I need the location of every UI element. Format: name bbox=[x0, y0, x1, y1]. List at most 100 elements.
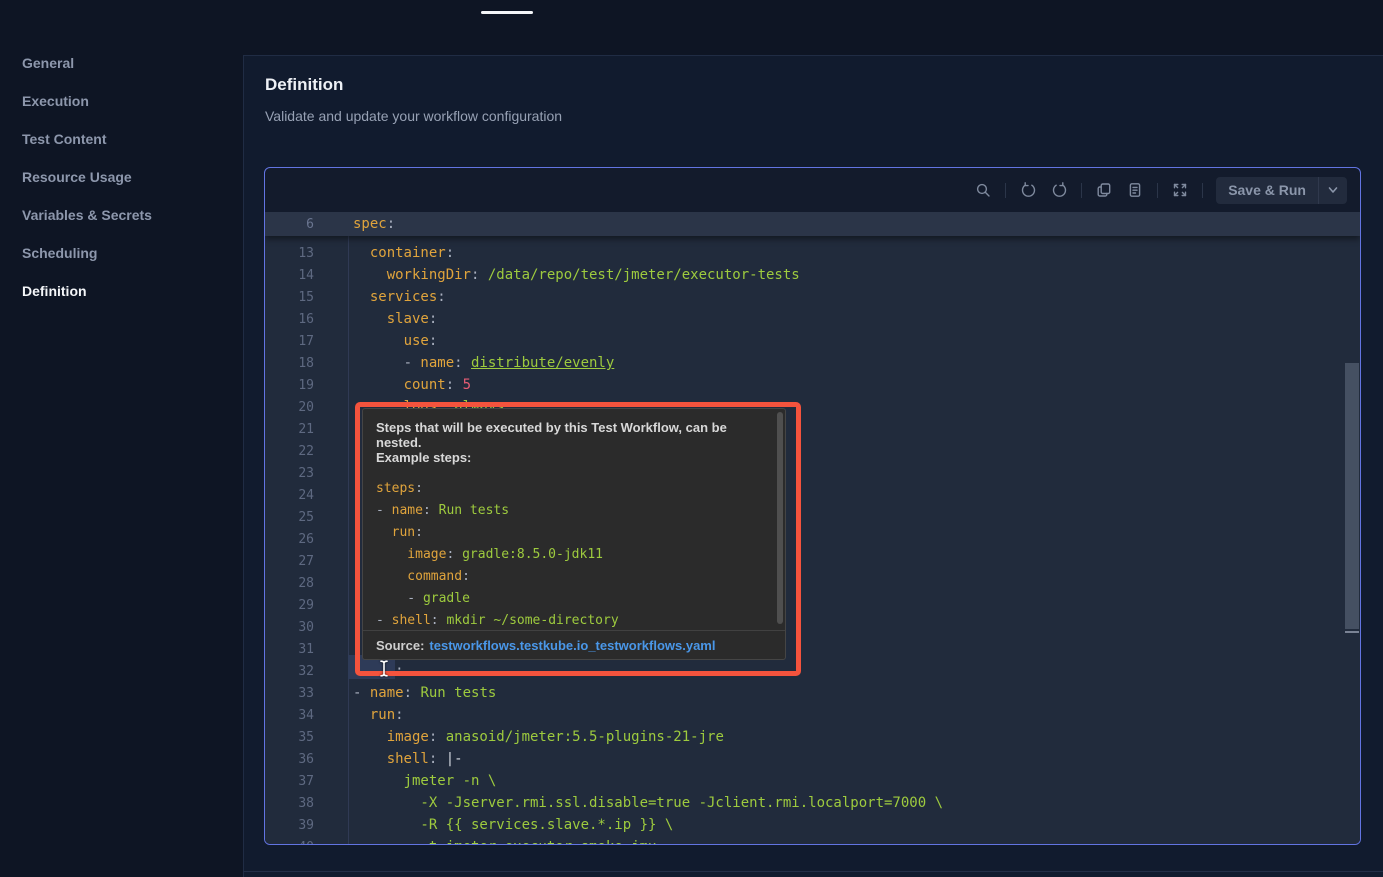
tooltip-code-line: command: bbox=[376, 565, 769, 587]
sidebar-item-resource-usage[interactable]: Resource Usage bbox=[0, 158, 243, 196]
code-line-text: use: bbox=[353, 333, 437, 349]
settings-sidebar: General Execution Test Content Resource … bbox=[0, 44, 243, 310]
editor-toolbar: Save & Run bbox=[265, 168, 1360, 212]
redo-icon[interactable] bbox=[1050, 181, 1068, 199]
code-line-text: command: bbox=[376, 569, 470, 584]
code-line[interactable]: 39 -R {{ services.slave.*.ip }} \ bbox=[265, 814, 1360, 836]
sidebar-item-execution[interactable]: Execution bbox=[0, 82, 243, 120]
code-line-text: - shell: mkdir ~/some-directory bbox=[376, 613, 619, 628]
tooltip-code-line: image: gradle:8.5.0-jdk11 bbox=[376, 543, 769, 565]
code-line-text: count: 5 bbox=[353, 377, 471, 393]
line-number: 36 bbox=[265, 752, 314, 767]
line-number: 17 bbox=[265, 334, 314, 349]
yaml-link[interactable]: distribute/evenly bbox=[471, 355, 614, 371]
sidebar-item-test-content[interactable]: Test Content bbox=[0, 120, 243, 158]
code-line-text: run: bbox=[353, 707, 404, 723]
toolbar-divider bbox=[1005, 183, 1006, 198]
line-number: 38 bbox=[265, 796, 314, 811]
save-and-run-button[interactable]: Save & Run bbox=[1216, 177, 1347, 204]
line-number: 24 bbox=[265, 488, 314, 503]
code-line-text: -R {{ services.slave.*.ip }} \ bbox=[353, 817, 673, 833]
code-line-text: shell: |- bbox=[353, 751, 463, 767]
section-divider bbox=[243, 871, 1383, 872]
tooltip-code-line: run: bbox=[376, 521, 769, 543]
code-line-text: - name: distribute/evenly bbox=[353, 355, 614, 371]
sidebar-item-definition[interactable]: Definition bbox=[0, 272, 243, 310]
code-line[interactable]: 35 image: anasoid/jmeter:5.5-plugins-21-j… bbox=[265, 726, 1360, 748]
code-line[interactable]: 40 -t jmeter-executor-smoke.jmx bbox=[265, 836, 1360, 844]
line-number: 30 bbox=[265, 620, 314, 635]
chevron-down-icon[interactable] bbox=[1319, 184, 1347, 196]
tooltip-example-label: Example steps: bbox=[376, 450, 471, 465]
code-line-text: -X -Jserver.rmi.ssl.disable=true -Jclien… bbox=[353, 795, 943, 811]
code-line-text: jmeter -n \ bbox=[353, 773, 496, 789]
code-line-text: slave: bbox=[353, 311, 437, 327]
editor-scrollbar-thumb[interactable] bbox=[1345, 363, 1359, 629]
line-number: 40 bbox=[265, 840, 314, 845]
page-subtitle: Validate and update your workflow config… bbox=[265, 108, 562, 124]
sidebar-item-variables-secrets[interactable]: Variables & Secrets bbox=[0, 196, 243, 234]
line-number: 18 bbox=[265, 356, 314, 371]
code-line[interactable]: 14 workingDir: /data/repo/test/jmeter/exe… bbox=[265, 264, 1360, 286]
paste-document-icon[interactable] bbox=[1126, 181, 1144, 199]
line-number: 33 bbox=[265, 686, 314, 701]
line-number: 26 bbox=[265, 532, 314, 547]
code-line[interactable]: 17 use: bbox=[265, 330, 1360, 352]
code-line[interactable]: 19 count: 5 bbox=[265, 374, 1360, 396]
code-line[interactable]: 34 run: bbox=[265, 704, 1360, 726]
code-line-text: services: bbox=[353, 289, 446, 305]
tooltip-source-row: Source: testworkflows.testkube.io_testwo… bbox=[363, 630, 785, 659]
toolbar-divider bbox=[1157, 183, 1158, 198]
code-line[interactable]: 33- name: Run tests bbox=[265, 682, 1360, 704]
sticky-scroll-line: 6spec: bbox=[265, 212, 1360, 236]
code-line[interactable]: 16 slave: bbox=[265, 308, 1360, 330]
tooltip-code-line: - shell: mkdir ~/some-directory bbox=[376, 609, 769, 631]
line-number: 32 bbox=[265, 664, 314, 679]
code-line[interactable]: 38 -X -Jserver.rmi.ssl.disable=true -Jcli… bbox=[265, 792, 1360, 814]
code-line-text: steps: bbox=[376, 481, 423, 496]
top-tab-indicator bbox=[481, 11, 533, 14]
line-number: 23 bbox=[265, 466, 314, 481]
expand-icon[interactable] bbox=[1171, 181, 1189, 199]
line-number: 28 bbox=[265, 576, 314, 591]
save-and-run-label: Save & Run bbox=[1216, 182, 1318, 198]
line-number: 14 bbox=[265, 268, 314, 283]
code-line[interactable]: 32steps: bbox=[265, 660, 1360, 682]
sidebar-item-scheduling[interactable]: Scheduling bbox=[0, 234, 243, 272]
sidebar-item-general[interactable]: General bbox=[0, 44, 243, 82]
code-line[interactable]: 37 jmeter -n \ bbox=[265, 770, 1360, 792]
undo-icon[interactable] bbox=[1019, 181, 1037, 199]
hover-tooltip: Steps that will be executed by this Test… bbox=[362, 408, 786, 660]
code-line-text: image: anasoid/jmeter:5.5-plugins-21-jre bbox=[353, 729, 724, 745]
search-icon[interactable] bbox=[974, 181, 992, 199]
toolbar-divider bbox=[1081, 183, 1082, 198]
line-number: 21 bbox=[265, 422, 314, 437]
tooltip-source-link[interactable]: testworkflows.testkube.io_testworkflows.… bbox=[429, 638, 715, 653]
code-line[interactable]: 18 - name: distribute/evenly bbox=[265, 352, 1360, 374]
line-number: 39 bbox=[265, 818, 314, 833]
line-number: 29 bbox=[265, 598, 314, 613]
line-number: 34 bbox=[265, 708, 314, 723]
line-number: 15 bbox=[265, 290, 314, 305]
tooltip-source-label: Source: bbox=[376, 638, 424, 653]
line-number: 37 bbox=[265, 774, 314, 789]
line-number: 16 bbox=[265, 312, 314, 327]
line-number: 22 bbox=[265, 444, 314, 459]
code-line[interactable]: 36 shell: |- bbox=[265, 748, 1360, 770]
code-line-text: run: bbox=[376, 525, 423, 540]
code-line-text: workingDir: /data/repo/test/jmeter/execu… bbox=[353, 267, 800, 283]
code-line-text: container: bbox=[353, 245, 454, 261]
code-line-text: -t jmeter-executor-smoke.jmx bbox=[353, 839, 656, 844]
tooltip-code-line: - gradle bbox=[376, 587, 769, 609]
tooltip-scrollbar-thumb[interactable] bbox=[777, 412, 783, 624]
copy-icon[interactable] bbox=[1095, 181, 1113, 199]
tooltip-heading: Steps that will be executed by this Test… bbox=[376, 420, 765, 450]
line-number: 19 bbox=[265, 378, 314, 393]
page-title: Definition bbox=[265, 75, 343, 95]
line-number: 35 bbox=[265, 730, 314, 745]
toolbar-divider bbox=[1202, 183, 1203, 198]
code-line[interactable]: 15 services: bbox=[265, 286, 1360, 308]
line-number: 13 bbox=[265, 246, 314, 261]
code-line[interactable]: 13 container: bbox=[265, 242, 1360, 264]
line-number: 25 bbox=[265, 510, 314, 525]
